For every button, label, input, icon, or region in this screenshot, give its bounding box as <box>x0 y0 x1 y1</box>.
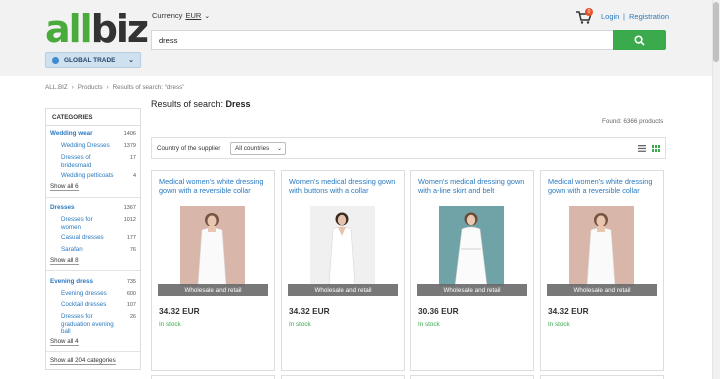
product-card[interactable]: Women's medical dressing gown with a-lin… <box>410 170 534 371</box>
breadcrumb: ALL.BIZ › Products › Results of search: … <box>45 84 184 91</box>
category-count: 735 <box>126 279 136 285</box>
subcategory-count: 600 <box>126 291 136 297</box>
filter-bar: Country of the supplier All countries ⌄ <box>151 137 666 159</box>
product-card-next-row[interactable] <box>281 375 405 379</box>
title-query: Dress <box>225 99 251 109</box>
subcategory-wedding-petticoats[interactable]: Wedding petticoats <box>61 172 121 180</box>
scrollbar-thumb[interactable] <box>713 2 719 62</box>
product-price: 30.36 EUR <box>418 306 459 316</box>
product-photo[interactable] <box>569 206 634 286</box>
subcategory-count: 1012 <box>123 217 136 223</box>
breadcrumb-current: Results of search: “dress” <box>112 84 185 91</box>
subcategory-count: 4 <box>132 173 136 179</box>
subcategory-casual-dresses[interactable]: Casual dresses <box>61 234 121 242</box>
subcategory-evening-dresses[interactable]: Evening dresses <box>61 290 121 298</box>
show-all-link[interactable]: Show all 6 <box>50 183 79 191</box>
allbiz-logo[interactable]: all biz <box>45 7 149 51</box>
product-card-next-row[interactable] <box>151 375 275 379</box>
subcategory-count: 1379 <box>123 143 136 149</box>
currency-label: Currency <box>152 11 183 20</box>
subcategory-dresses-for-women[interactable]: Dresses for women <box>61 216 111 231</box>
subcategory-count: 107 <box>126 302 136 308</box>
category-count: 1367 <box>123 205 136 211</box>
logo-part-biz: biz <box>90 7 149 51</box>
breadcrumb-home[interactable]: ALL.BIZ <box>45 84 68 91</box>
country-filter-label: Country of the supplier <box>157 145 221 152</box>
product-photo[interactable] <box>180 206 245 286</box>
list-view-icon[interactable] <box>638 145 646 152</box>
search-button[interactable] <box>613 30 666 50</box>
stock-status: In stock <box>418 321 440 328</box>
search-icon <box>634 34 645 46</box>
breadcrumb-separator-icon: › <box>106 84 109 91</box>
product-name[interactable]: Medical women's white dressing gown with… <box>159 177 271 195</box>
wholesale-badge: Wholesale and retail <box>288 284 398 296</box>
product-photo[interactable] <box>439 206 504 286</box>
country-select[interactable]: All countries ⌄ <box>230 142 286 155</box>
product-card-next-row[interactable] <box>410 375 534 379</box>
wholesale-badge: Wholesale and retail <box>547 284 657 296</box>
currency-value: EUR <box>185 11 202 20</box>
product-price: 34.32 EUR <box>159 306 200 316</box>
sidebar-divider <box>46 351 140 352</box>
product-card[interactable]: Women's medical dressing gown with butto… <box>281 170 405 371</box>
stock-status: In stock <box>548 321 570 328</box>
product-photo[interactable] <box>310 206 375 286</box>
breadcrumb-separator-icon: › <box>71 84 74 91</box>
subcategory-cocktail-dresses[interactable]: Cocktail dresses <box>61 301 121 309</box>
subcategory-count: 76 <box>129 247 136 253</box>
subcategory-count: 17 <box>129 155 136 161</box>
globe-icon <box>52 56 59 64</box>
currency-selector[interactable]: Currency EUR ⌄ <box>152 11 210 20</box>
sidebar-divider <box>46 197 140 198</box>
found-count: Found: 6366 products <box>602 118 664 125</box>
show-all-link[interactable]: Show all 8 <box>50 257 79 265</box>
global-trade-button[interactable]: GLOBAL TRADE ⌄ <box>45 52 141 68</box>
subcategory-bridesmaid-dresses[interactable]: Dresses of bridesmaid <box>61 154 111 169</box>
category-wedding-wear[interactable]: Wedding wear <box>50 130 93 137</box>
product-name[interactable]: Medical women's white dressing gown with… <box>548 177 660 195</box>
chevron-down-icon: ⌄ <box>276 146 282 152</box>
subcategory-count: 177 <box>126 235 136 241</box>
wholesale-badge: Wholesale and retail <box>158 284 268 296</box>
product-price: 34.32 EUR <box>548 306 589 316</box>
category-dresses[interactable]: Dresses <box>50 204 75 211</box>
page-title: Results of search: Dress <box>151 99 251 109</box>
chevron-down-icon: ⌄ <box>128 57 134 64</box>
login-link[interactable]: Login <box>601 12 619 21</box>
categories-heading: CATEGORIES <box>46 109 140 126</box>
search-input[interactable]: dress <box>151 30 613 50</box>
category-evening-dress[interactable]: Evening dress <box>50 278 93 285</box>
global-trade-label: GLOBAL TRADE <box>64 56 116 64</box>
header-separator: | <box>623 12 625 21</box>
chevron-down-icon: ⌄ <box>204 12 211 20</box>
show-all-link[interactable]: Show all 4 <box>50 338 79 346</box>
cart-count-badge: 0 <box>585 8 593 16</box>
subcategory-count: 26 <box>129 314 136 320</box>
product-name[interactable]: Women's medical dressing gown with butto… <box>289 177 401 195</box>
stock-status: In stock <box>289 321 311 328</box>
registration-link[interactable]: Registration <box>629 12 669 21</box>
category-count: 1406 <box>123 131 136 137</box>
product-price: 34.32 EUR <box>289 306 330 316</box>
country-select-value: All countries <box>235 145 270 152</box>
subcategory-wedding-dresses[interactable]: Wedding Dresses <box>61 142 121 150</box>
product-card[interactable]: Medical women's white dressing gown with… <box>540 170 664 371</box>
logo-part-all: all <box>45 7 93 51</box>
show-all-categories-link[interactable]: Show all 204 categories <box>50 357 116 365</box>
subcategory-sarafan[interactable]: Sarafan <box>61 246 121 254</box>
subcategory-graduation-dresses[interactable]: Dresses for graduation evening ball <box>61 313 123 336</box>
stock-status: In stock <box>159 321 181 328</box>
header: all biz GLOBAL TRADE ⌄ Currency EUR ⌄ dre… <box>0 0 712 76</box>
title-prefix: Results of search: <box>151 99 226 109</box>
product-card[interactable]: Medical women's white dressing gown with… <box>151 170 275 371</box>
product-name[interactable]: Women's medical dressing gown with a-lin… <box>418 177 530 195</box>
page: all biz GLOBAL TRADE ⌄ Currency EUR ⌄ dre… <box>0 0 720 379</box>
grid-view-icon[interactable] <box>652 145 660 152</box>
wholesale-badge: Wholesale and retail <box>417 284 527 296</box>
sidebar-divider <box>46 270 140 271</box>
product-card-next-row[interactable] <box>540 375 664 379</box>
breadcrumb-products[interactable]: Products <box>78 84 103 91</box>
categories-sidebar: CATEGORIES Wedding wear 1406 Wedding Dre… <box>45 108 141 370</box>
